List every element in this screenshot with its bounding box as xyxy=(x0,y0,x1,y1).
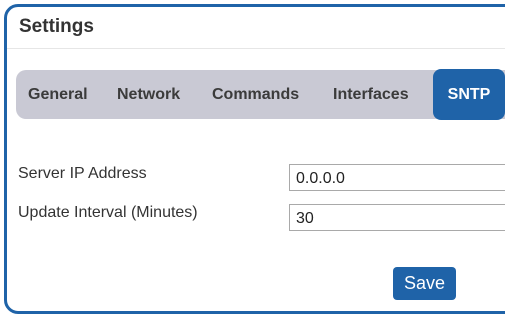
update-interval-label: Update Interval (Minutes) xyxy=(18,204,198,221)
server-ip-label: Server IP Address xyxy=(18,165,147,182)
tab-sntp[interactable]: SNTP xyxy=(433,69,505,120)
tab-interfaces[interactable]: Interfaces xyxy=(333,70,409,119)
tab-general[interactable]: General xyxy=(28,70,88,119)
title-divider xyxy=(7,48,505,49)
server-ip-input[interactable] xyxy=(289,164,505,191)
settings-tabbar: General Network Commands Interfaces SNTP xyxy=(16,69,505,120)
update-interval-input[interactable] xyxy=(289,204,505,231)
save-button[interactable]: Save xyxy=(393,267,456,300)
tab-network[interactable]: Network xyxy=(117,70,180,119)
panel-title: Settings xyxy=(19,16,94,37)
tab-commands[interactable]: Commands xyxy=(212,70,299,119)
settings-panel: Settings General Network Commands Interf… xyxy=(4,4,505,314)
